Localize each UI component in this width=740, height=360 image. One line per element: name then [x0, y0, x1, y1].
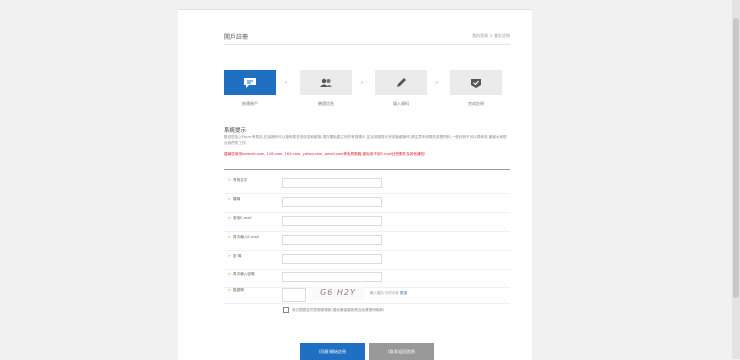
agreement-text: 我已閱讀並同意服務條款,隱私權保護政策及免責聲明條款!	[292, 307, 385, 312]
form-divider	[224, 169, 510, 170]
captcha-input[interactable]	[282, 288, 306, 302]
step-complete	[450, 70, 502, 95]
field-label-captcha: 驗證碼	[233, 288, 244, 292]
pencil-icon	[397, 77, 406, 87]
field-label-nickname: 暱稱	[233, 197, 241, 201]
chevron-right-icon: ›	[436, 80, 438, 86]
step-label-create-account: 創建賬戶	[242, 101, 258, 106]
username-input[interactable]	[282, 178, 382, 188]
field-label-password: 密 碼	[233, 254, 242, 258]
check-icon: ✔	[228, 254, 232, 258]
form-row-nickname: ✔ 暱稱	[224, 194, 510, 213]
captcha-refresh-link[interactable]: 更換	[400, 291, 407, 295]
step-create-account	[224, 70, 276, 95]
step-verify-info	[300, 70, 352, 95]
scroll-thumb[interactable]	[733, 18, 739, 298]
check-icon: ✔	[228, 197, 232, 201]
scrollbar[interactable]	[732, 0, 740, 359]
step-label-fill-data: 填入資料	[393, 101, 409, 106]
field-label-email-confirm: 再次輸入E-mail	[233, 235, 259, 239]
submit-register-button[interactable]: (同意)開始註冊	[300, 343, 365, 360]
form-row-captcha: ✔ 驗證碼 G6 H2Y 輸入圖片中的字母 更換	[224, 285, 510, 304]
step-label-verify-info: 驗證信息	[318, 101, 334, 106]
field-label-email: 常用E-mail	[233, 216, 252, 220]
email-confirm-input[interactable]	[282, 235, 382, 245]
field-label-password-confirm: 再次輸入密碼	[233, 272, 255, 276]
form-row-email-confirm: ✔ 再次輸入E-mail	[224, 232, 510, 251]
captcha-image[interactable]: G6 H2Y	[312, 286, 364, 300]
agree-checkbox[interactable]	[283, 307, 289, 313]
breadcrumb[interactable]: 我的首頁 > 會計註冊	[472, 33, 510, 39]
page-title: 開戶註冊	[224, 34, 249, 41]
title-divider	[224, 44, 510, 45]
notice-text: 歡迎您加入Pacer會員站,在這裡你可以發佈更多的信息和動態,現在開始建立你的會…	[224, 135, 507, 145]
field-label-username: 會員名字	[233, 178, 248, 182]
chat-icon	[244, 77, 256, 88]
check-icon: ✔	[228, 216, 232, 220]
registration-panel: 開戶註冊 我的首頁 > 會計註冊 創建賬戶 › 驗證信息 › 填入資料 › 完成…	[178, 9, 532, 360]
check-icon: ✔	[228, 235, 232, 239]
notice-warning: 建議您使用hotmail.com, 126.com, 163.com, yaho…	[224, 152, 426, 156]
form-row-password: ✔ 密 碼	[224, 251, 510, 270]
step-fill-data	[375, 70, 427, 95]
form-row-username: ✔ 會員名字	[224, 175, 510, 194]
users-icon	[320, 78, 332, 87]
notice-title: 系統提示	[224, 128, 247, 134]
nickname-input[interactable]	[282, 197, 382, 207]
check-icon: ✔	[228, 178, 232, 182]
check-icon: ✔	[228, 272, 232, 276]
shield-check-icon	[471, 78, 481, 88]
captcha-hint: 輸入圖片中的字母	[370, 291, 399, 295]
chevron-right-icon: ›	[285, 80, 287, 86]
password-confirm-input[interactable]	[282, 272, 382, 282]
agreement-row: 我已閱讀並同意服務條款,隱私權保護政策及免責聲明條款!	[283, 307, 384, 313]
chevron-right-icon: ›	[361, 80, 363, 86]
check-icon: ✔	[228, 288, 232, 292]
email-input[interactable]	[282, 216, 382, 226]
step-label-complete: 完成註冊	[468, 101, 484, 106]
password-input[interactable]	[282, 254, 382, 264]
form-row-email: ✔ 常用E-mail	[224, 213, 510, 232]
back-home-button[interactable]: (取消)返回首頁	[369, 343, 434, 360]
